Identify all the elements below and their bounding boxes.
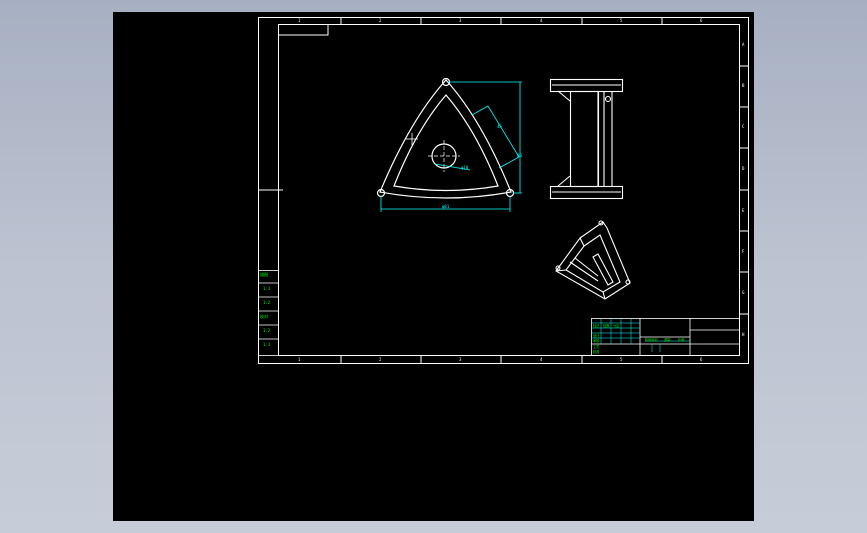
- zone-label-right: G: [742, 290, 745, 295]
- title-block-label: 标记: [593, 323, 600, 328]
- dimension-width-label: φ81: [442, 204, 450, 209]
- title-block-labels: 标记 处数 分区 设计 审核 工艺 批准 阶段标记 重量 比例: [593, 323, 684, 354]
- zone-label-right: B: [742, 83, 745, 88]
- title-block-scale-label: 重量: [664, 337, 671, 342]
- sheet-frame: [258, 17, 749, 364]
- title-block-label: 批准: [593, 349, 600, 354]
- left-strip-row: 1:2: [263, 328, 271, 333]
- left-strip-row: 1:1: [263, 342, 271, 347]
- zone-label-right: F: [742, 249, 745, 254]
- zone-label-top: 4: [540, 18, 543, 23]
- zone-label-bottom: 3: [459, 357, 462, 362]
- zone-label-bottom: 5: [620, 357, 623, 362]
- left-strip-labels: 描图 1:1 1:2 校对 1:2 1:1: [260, 271, 271, 347]
- sheet-corner-box: [279, 24, 329, 36]
- zone-label-bottom: 2: [379, 357, 382, 362]
- left-strip-row: 1:2: [263, 300, 271, 305]
- dimension-height-label: 80: [517, 153, 522, 158]
- dimension-hole-label: φ18: [461, 165, 469, 170]
- title-block-label: 设计: [593, 333, 600, 338]
- zone-label-top: 6: [700, 18, 703, 23]
- zone-label-right: C: [742, 124, 745, 129]
- zone-label-top: 3: [459, 18, 462, 23]
- title-block-label: 分区: [613, 323, 620, 328]
- front-view-triangle-part[interactable]: [376, 77, 515, 199]
- title-block-scale-label: 比例: [678, 337, 684, 342]
- iso-outer-frame: [555, 221, 631, 300]
- side-view-part[interactable]: [549, 78, 624, 200]
- zone-label-right: H: [742, 332, 745, 337]
- title-block-label: 工艺: [593, 344, 599, 349]
- iso-inner-face: [565, 234, 621, 293]
- zone-label-bottom: 1: [298, 357, 301, 362]
- triangle-outer-profile: [379, 79, 512, 199]
- left-strip-row: 1:1: [263, 286, 271, 291]
- zone-label-right: A: [742, 42, 745, 47]
- left-strip-row: 校对: [260, 313, 268, 319]
- side-view-hole: [604, 95, 612, 103]
- side-view-web: [569, 90, 600, 188]
- zone-label-top: 2: [379, 18, 382, 23]
- dimension-side-label: 45: [497, 124, 502, 129]
- title-block-scale-label: 阶段标记: [645, 337, 659, 342]
- title-block-label: 审核: [593, 338, 600, 343]
- zone-label-top: 1: [298, 18, 301, 23]
- zone-label-right: D: [742, 166, 745, 171]
- zone-label-bottom: 4: [540, 357, 543, 362]
- left-strip-row: 描图: [260, 271, 268, 277]
- title-block-label: 处数: [603, 323, 610, 328]
- cad-drawing-canvas[interactable]: 1 2 3 4 5 6 1 2 3 4 5 6 A B C D E F G H …: [0, 0, 867, 533]
- outer-border: [258, 17, 749, 364]
- zone-label-right: E: [742, 208, 745, 213]
- zone-label-top: 5: [620, 18, 623, 23]
- isometric-view-part[interactable]: [555, 220, 631, 300]
- zone-label-bottom: 6: [700, 357, 703, 362]
- zone-labels: 1 2 3 4 5 6 1 2 3 4 5 6 A B C D E F G H: [298, 18, 745, 362]
